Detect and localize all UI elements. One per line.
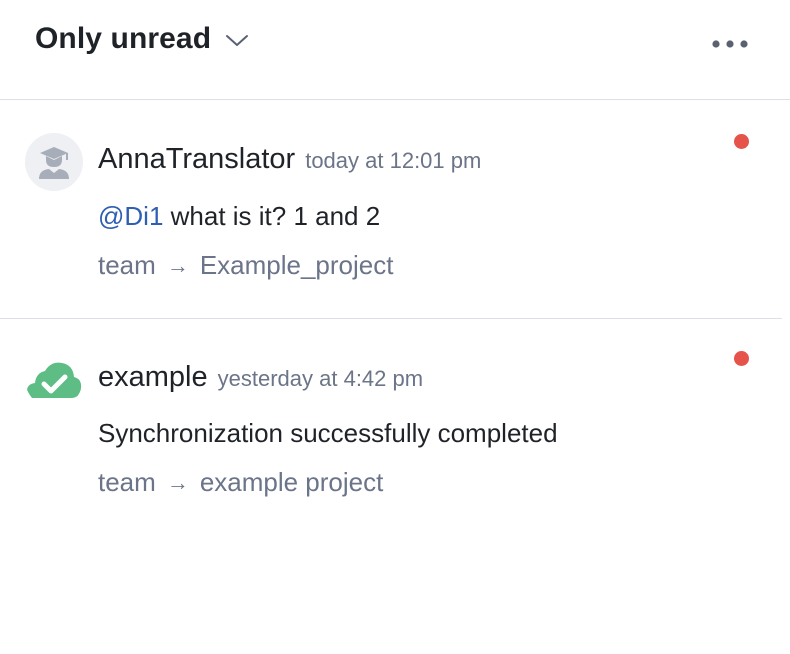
notifications-panel: Only unread AnnaTranslator today at 12:0… (0, 0, 790, 654)
notification-item[interactable]: example yesterday at 4:42 pm Synchroniza… (0, 319, 782, 539)
avatar (25, 133, 83, 191)
cloud-check-icon (27, 362, 82, 398)
notification-message: @Di1 what is it? 1 and 2 (98, 201, 380, 232)
more-options-button[interactable] (706, 28, 754, 60)
notification-item[interactable]: AnnaTranslator today at 12:01 pm @Di1 wh… (0, 100, 782, 319)
path-team-link[interactable]: team (98, 467, 156, 498)
avatar (25, 350, 83, 408)
message-text: Synchronization successfully completed (98, 418, 558, 448)
user-mention[interactable]: @Di1 (98, 201, 163, 231)
path-team-link[interactable]: team (98, 250, 156, 281)
notification-title: example yesterday at 4:42 pm (98, 361, 423, 394)
path-project-link[interactable]: example project (200, 467, 384, 498)
arrow-right-icon: → (166, 469, 189, 495)
notification-path: team → Example_project (98, 250, 393, 281)
filter-label: Only unread (35, 22, 212, 55)
message-text: what is it? 1 and 2 (163, 201, 381, 231)
notification-time: yesterday at 4:42 pm (217, 366, 424, 391)
arrow-right-icon: → (166, 252, 189, 278)
notification-author[interactable]: example (98, 361, 208, 394)
filter-dropdown[interactable]: Only unread (35, 22, 249, 56)
unread-dot[interactable] (734, 351, 749, 366)
notification-author[interactable]: AnnaTranslator (98, 143, 295, 176)
notification-path: team → example project (98, 467, 383, 498)
unread-dot[interactable] (734, 134, 749, 149)
chevron-down-icon (226, 35, 249, 46)
notification-message: Synchronization successfully completed (98, 418, 558, 449)
more-horizontal-icon (712, 40, 748, 48)
notifications-header: Only unread (0, 0, 790, 100)
path-project-link[interactable]: Example_project (200, 250, 394, 281)
notification-time: today at 12:01 pm (305, 148, 482, 173)
graduate-user-icon (25, 133, 83, 191)
notification-title: AnnaTranslator today at 12:01 pm (98, 143, 481, 176)
